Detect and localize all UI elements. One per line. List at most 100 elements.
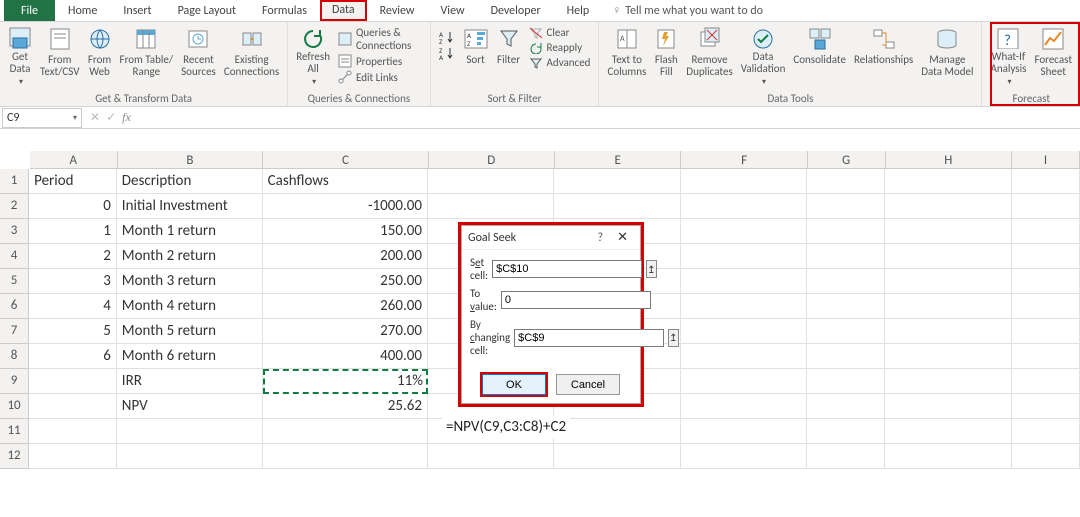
what-if-analysis-button[interactable]: ? What-If Analysis▾ xyxy=(986,24,1030,90)
cell-C11[interactable] xyxy=(263,419,428,444)
range-picker-icon[interactable]: ↥ xyxy=(668,329,678,347)
cell-F2[interactable] xyxy=(681,194,807,219)
cell-I12[interactable] xyxy=(1012,444,1080,469)
cell-B4[interactable]: Month 2 return xyxy=(117,244,263,269)
flash-fill-button[interactable]: Flash Fill xyxy=(650,24,682,90)
by-changing-input[interactable] xyxy=(514,329,664,347)
tab-data[interactable]: Data xyxy=(320,0,367,21)
cell-B11[interactable] xyxy=(117,419,263,444)
cell-G10[interactable] xyxy=(807,394,885,419)
cell-F5[interactable] xyxy=(681,269,807,294)
cell-G9[interactable] xyxy=(807,369,885,394)
row-header[interactable]: 1 xyxy=(0,169,29,194)
row-header[interactable]: 12 xyxy=(0,444,29,469)
name-box[interactable]: C9 ▾ xyxy=(2,108,82,128)
cell-I11[interactable] xyxy=(1012,419,1080,444)
cell-A9[interactable] xyxy=(29,369,117,394)
cancel-formula-icon[interactable]: ✕ xyxy=(90,110,100,125)
existing-connections-button[interactable]: Existing Connections xyxy=(220,24,283,90)
cell-C9[interactable]: 11% xyxy=(263,369,428,394)
row-header[interactable]: 10 xyxy=(0,394,29,419)
cell-H7[interactable] xyxy=(885,319,1011,344)
cell-I2[interactable] xyxy=(1012,194,1080,219)
tab-file[interactable]: File xyxy=(4,0,55,21)
cell-C3[interactable]: 150.00 xyxy=(263,219,428,244)
cell-I4[interactable] xyxy=(1012,244,1080,269)
cell-H10[interactable] xyxy=(885,394,1011,419)
filter-button[interactable]: Filter xyxy=(493,24,525,90)
recent-sources-button[interactable]: Recent Sources xyxy=(177,24,220,90)
row-header[interactable]: 3 xyxy=(0,219,29,244)
col-header-H[interactable]: H xyxy=(886,151,1012,168)
cell-A7[interactable]: 5 xyxy=(29,319,117,344)
cell-B6[interactable]: Month 4 return xyxy=(117,294,263,319)
cell-G4[interactable] xyxy=(807,244,885,269)
help-icon[interactable]: ? xyxy=(590,231,612,245)
cell-B3[interactable]: Month 1 return xyxy=(117,219,263,244)
cell-A4[interactable]: 2 xyxy=(29,244,117,269)
sort-button[interactable]: AZ Sort xyxy=(459,24,493,90)
queries-connections-button[interactable]: Queries & Connections xyxy=(338,26,422,52)
tab-review[interactable]: Review xyxy=(367,0,428,21)
row-header[interactable]: 11 xyxy=(0,419,29,444)
cell-F4[interactable] xyxy=(681,244,807,269)
cell-F9[interactable] xyxy=(681,369,807,394)
cell-A10[interactable] xyxy=(29,394,117,419)
cell-B7[interactable]: Month 5 return xyxy=(117,319,263,344)
cell-F7[interactable] xyxy=(681,319,807,344)
row-header[interactable]: 6 xyxy=(0,294,29,319)
range-picker-icon[interactable]: ↥ xyxy=(646,260,656,278)
remove-duplicates-button[interactable]: Remove Duplicates xyxy=(682,24,736,90)
cell-F1[interactable] xyxy=(681,169,807,194)
get-data-button[interactable]: Get Data▾ xyxy=(4,24,36,90)
cell-G2[interactable] xyxy=(807,194,885,219)
cell-C10[interactable]: 25.62 xyxy=(263,394,428,419)
cell-G6[interactable] xyxy=(807,294,885,319)
row-header[interactable]: 8 xyxy=(0,344,29,369)
cell-B8[interactable]: Month 6 return xyxy=(117,344,263,369)
cell-F12[interactable] xyxy=(681,444,807,469)
cell-C6[interactable]: 260.00 xyxy=(263,294,428,319)
cell-I7[interactable] xyxy=(1012,319,1080,344)
cell-H12[interactable] xyxy=(885,444,1011,469)
from-text-button[interactable]: From Text/CSV xyxy=(36,24,84,90)
cell-F8[interactable] xyxy=(681,344,807,369)
cell-C8[interactable]: 400.00 xyxy=(263,344,428,369)
from-web-button[interactable]: From Web xyxy=(84,24,116,90)
cell-C2[interactable]: -1000.00 xyxy=(263,194,428,219)
col-header-B[interactable]: B xyxy=(118,151,264,168)
consolidate-button[interactable]: Consolidate xyxy=(789,24,850,90)
cell-I10[interactable] xyxy=(1012,394,1080,419)
tab-developer[interactable]: Developer xyxy=(478,0,554,21)
cell-B2[interactable]: Initial Investment xyxy=(117,194,263,219)
cell-B5[interactable]: Month 3 return xyxy=(117,269,263,294)
edit-links-button[interactable]: Edit Links xyxy=(338,70,422,84)
cell-D12[interactable] xyxy=(428,444,554,469)
cell-F11[interactable] xyxy=(681,419,807,444)
cell-I5[interactable] xyxy=(1012,269,1080,294)
col-header-G[interactable]: G xyxy=(808,151,886,168)
cell-A2[interactable]: 0 xyxy=(29,194,117,219)
col-header-D[interactable]: D xyxy=(429,151,555,168)
text-to-columns-button[interactable]: A Text to Columns xyxy=(603,24,650,90)
cell-B1[interactable]: Description xyxy=(117,169,263,194)
from-table-button[interactable]: From Table/ Range xyxy=(116,24,178,90)
cell-I1[interactable] xyxy=(1012,169,1080,194)
cell-A6[interactable]: 4 xyxy=(29,294,117,319)
cell-G12[interactable] xyxy=(807,444,885,469)
cell-G1[interactable] xyxy=(807,169,885,194)
cell-H2[interactable] xyxy=(885,194,1011,219)
cell-D1[interactable] xyxy=(428,169,554,194)
col-header-E[interactable]: E xyxy=(555,151,681,168)
cell-G3[interactable] xyxy=(807,219,885,244)
accept-formula-icon[interactable]: ✓ xyxy=(106,110,116,125)
cell-B12[interactable] xyxy=(117,444,263,469)
cell-F10[interactable] xyxy=(681,394,807,419)
cell-C12[interactable] xyxy=(263,444,428,469)
cell-A3[interactable]: 1 xyxy=(29,219,117,244)
reapply-button[interactable]: Reapply xyxy=(529,41,591,54)
cell-H11[interactable] xyxy=(885,419,1011,444)
tab-view[interactable]: View xyxy=(428,0,478,21)
cell-I6[interactable] xyxy=(1012,294,1080,319)
cell-A8[interactable]: 6 xyxy=(29,344,117,369)
